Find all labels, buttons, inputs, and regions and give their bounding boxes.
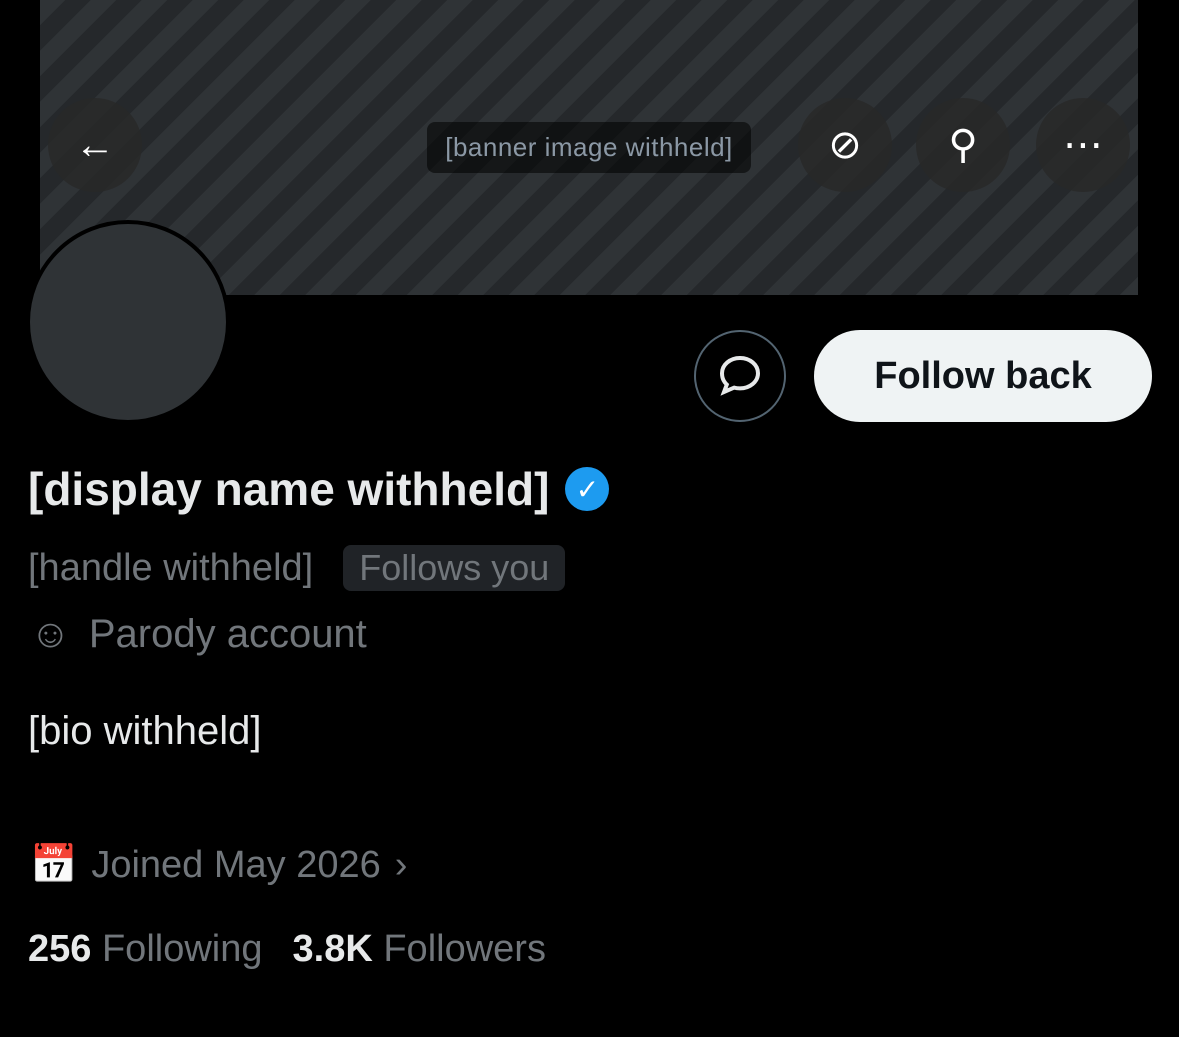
banner-placeholder: [banner image withheld]: [427, 122, 751, 173]
joined-row[interactable]: 📅 Joined May 2026 ›: [30, 843, 407, 887]
follows-you-badge: Follows you: [343, 545, 566, 591]
display-name-row: [display name withheld] ✓: [28, 462, 610, 516]
handle-row: [handle withheld] Follows you: [28, 545, 566, 591]
verified-icon[interactable]: ✓: [565, 467, 610, 511]
following-count: 256: [28, 928, 92, 970]
display-name: [display name withheld]: [28, 463, 550, 515]
parody-label[interactable]: ☺ Parody account: [30, 612, 367, 657]
message-icon: [719, 355, 761, 396]
bio: [bio withheld]: [28, 709, 262, 753]
avatar[interactable]: [26, 220, 230, 424]
following-link[interactable]: 256 Following: [28, 928, 263, 971]
more-icon[interactable]: ⋯: [1036, 98, 1130, 192]
handle: [handle withheld]: [28, 546, 314, 589]
message-button[interactable]: [694, 330, 786, 422]
calendar-icon: 📅: [30, 844, 78, 886]
followers-count: 3.8K: [292, 928, 373, 970]
search-icon[interactable]: ⚲: [916, 98, 1010, 192]
followers-label: Followers: [383, 928, 546, 970]
joined-text: Joined May 2026: [91, 843, 381, 886]
followers-link[interactable]: 3.8K Followers: [293, 928, 546, 971]
back-arrow-icon[interactable]: ←: [48, 98, 142, 192]
parody-mask-icon: ☺: [30, 612, 71, 656]
grok-icon[interactable]: ⊘: [798, 98, 892, 192]
following-label: Following: [101, 928, 263, 970]
follow-stats: 256 Following 3.8K Followers: [28, 928, 546, 971]
parody-text: Parody account: [88, 612, 367, 656]
follow-back-button[interactable]: Follow back: [814, 330, 1152, 422]
chevron-right-icon: ›: [394, 843, 408, 886]
